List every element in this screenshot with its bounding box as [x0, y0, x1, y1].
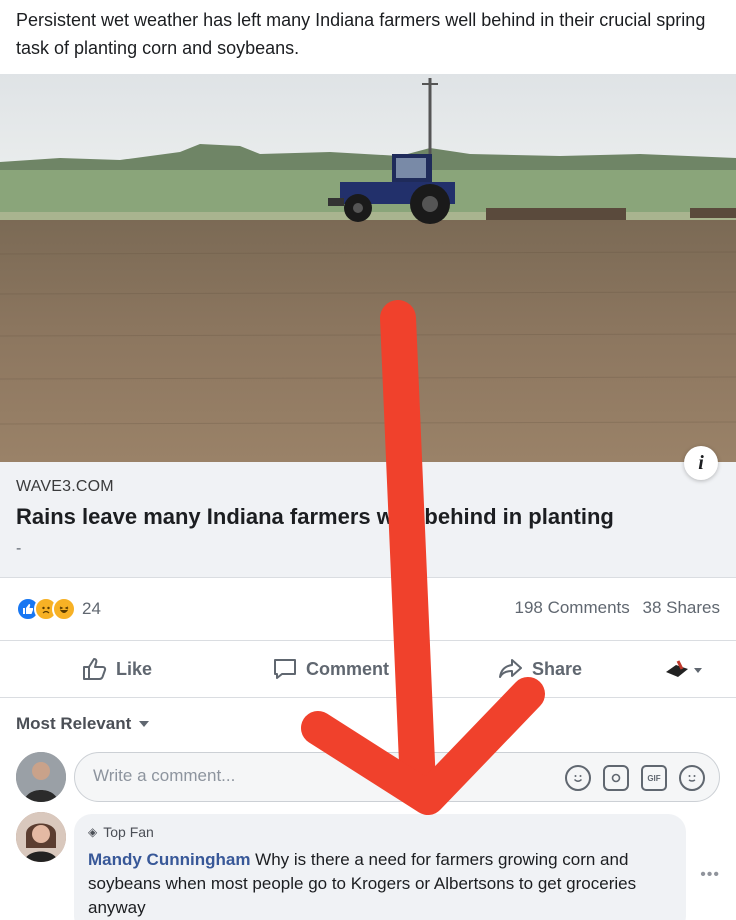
thumbs-up-icon — [83, 658, 107, 680]
share-label: Share — [532, 658, 583, 679]
comment-body: Mandy Cunningham Why is there a need for… — [88, 848, 672, 920]
link-preview[interactable]: i WAVE3.COM Rains leave many Indiana far… — [0, 446, 736, 578]
info-icon[interactable]: i — [684, 446, 718, 480]
shares-count[interactable]: 38 Shares — [643, 598, 721, 617]
post-actions: Like Comment Share — [0, 640, 736, 698]
like-button[interactable]: Like — [82, 657, 152, 681]
comment-item: ◈ Top Fan Mandy Cunningham Why is there … — [16, 812, 726, 920]
top-fan-badge: ◈ Top Fan — [88, 824, 672, 840]
more-options-icon[interactable]: ••• — [700, 866, 720, 884]
comment-input-box[interactable]: GIF — [74, 752, 720, 802]
comment-author[interactable]: Mandy Cunningham — [88, 850, 250, 869]
like-label: Like — [116, 658, 153, 679]
page-avatar-dropdown-icon — [666, 660, 702, 677]
sticker-icon[interactable] — [679, 765, 705, 791]
comment-sort-dropdown[interactable]: Most Relevant — [16, 714, 150, 734]
camera-icon[interactable] — [603, 765, 629, 791]
comments-count[interactable]: 198 Comments — [514, 598, 629, 617]
post-text: Persistent wet weather has left many Ind… — [16, 10, 706, 58]
link-description: - — [16, 540, 22, 557]
haha-icon — [52, 597, 76, 621]
comment-input[interactable] — [93, 766, 533, 786]
audience-selector[interactable] — [664, 659, 712, 681]
comment-button[interactable]: Comment — [272, 657, 389, 681]
commenter-avatar[interactable] — [16, 812, 66, 862]
post-image[interactable] — [0, 74, 736, 462]
diamond-icon: ◈ — [88, 825, 98, 839]
caret-down-icon — [139, 721, 150, 727]
share-arrow-icon — [499, 659, 522, 678]
comment-bubble: ◈ Top Fan Mandy Cunningham Why is there … — [74, 814, 686, 920]
comment-share-counts: 198 Comments 38 Shares — [514, 598, 720, 618]
badge-label: Top Fan — [103, 824, 154, 840]
engagement-stats: 24 198 Comments 38 Shares — [0, 588, 736, 628]
current-user-avatar[interactable] — [16, 752, 66, 802]
comment-box-icons: GIF — [565, 765, 705, 791]
reactions-summary[interactable]: 24 — [16, 596, 101, 622]
speech-bubble-icon — [274, 659, 296, 679]
share-button[interactable]: Share — [498, 657, 582, 681]
link-title[interactable]: Rains leave many Indiana farmers well be… — [16, 504, 614, 530]
gif-icon[interactable]: GIF — [641, 765, 667, 791]
field-photo — [0, 74, 736, 462]
reaction-count: 24 — [82, 599, 101, 618]
comment-composer: GIF — [16, 752, 726, 802]
emoji-icon[interactable] — [565, 765, 591, 791]
sort-label: Most Relevant — [16, 714, 132, 733]
comment-label: Comment — [306, 658, 390, 679]
link-domain: WAVE3.COM — [16, 478, 114, 495]
